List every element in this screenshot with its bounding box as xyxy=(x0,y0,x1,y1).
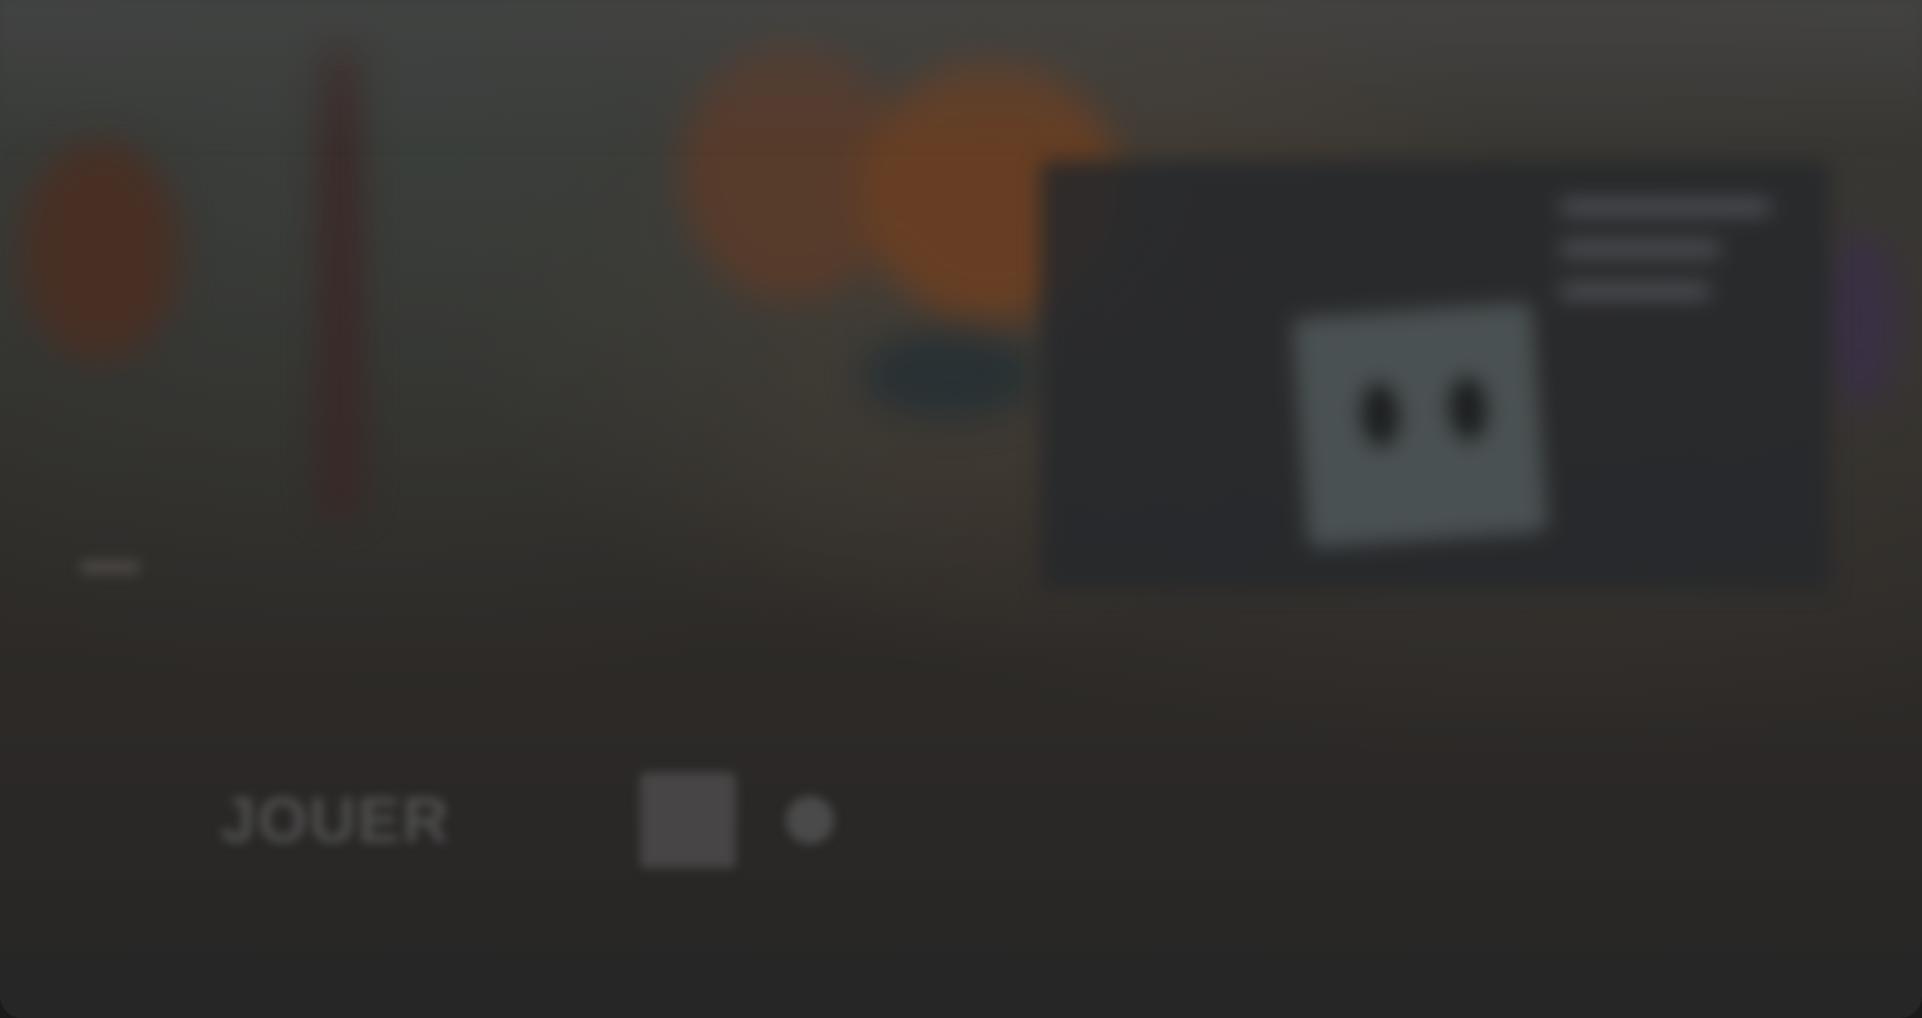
news-artwork xyxy=(1292,301,1548,549)
launcher-window: JOUER xyxy=(0,0,1922,1018)
artwork-eye-right xyxy=(1446,375,1490,442)
scene-figure-right xyxy=(1820,230,1900,410)
scene-object xyxy=(860,330,1040,420)
version-select-icon[interactable] xyxy=(640,772,736,868)
play-button[interactable]: JOUER xyxy=(220,783,640,857)
scene-figure-edge xyxy=(20,140,180,360)
top-navigation xyxy=(0,0,1922,150)
gear-icon[interactable] xyxy=(786,796,834,844)
news-card[interactable] xyxy=(1040,160,1830,590)
left-caption xyxy=(80,560,140,574)
play-controls: JOUER xyxy=(220,760,834,880)
artwork-eye-left xyxy=(1359,381,1402,448)
news-side-text xyxy=(1560,200,1770,326)
